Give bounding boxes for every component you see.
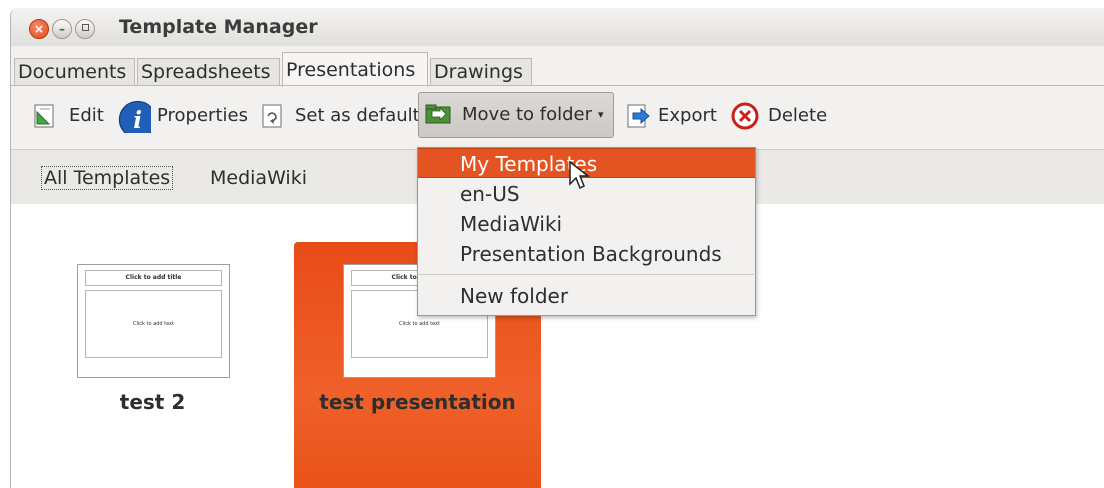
template-thumbnail: Click to add title Click to add text xyxy=(77,264,230,378)
set-default-label: Set as default xyxy=(295,105,420,126)
slide-text-placeholder: Click to add text xyxy=(85,290,222,358)
svg-text:i: i xyxy=(133,107,142,133)
delete-button[interactable]: Delete xyxy=(731,102,828,130)
edit-button[interactable]: Edit xyxy=(31,102,106,130)
close-window-button[interactable]: × xyxy=(29,19,49,39)
maximize-window-button[interactable] xyxy=(75,19,95,39)
folder-move-icon xyxy=(425,104,451,124)
export-icon xyxy=(627,104,650,128)
menu-item-new-folder[interactable]: New folder xyxy=(418,281,755,311)
menu-separator xyxy=(419,274,754,275)
mouse-pointer-icon xyxy=(569,160,591,190)
template-name: test 2 xyxy=(119,390,186,414)
maximize-icon xyxy=(81,24,89,31)
set-default-icon xyxy=(262,104,282,128)
menu-item-presentation-backgrounds[interactable]: Presentation Backgrounds xyxy=(418,239,755,269)
slide-title-placeholder: Click to add title xyxy=(85,270,222,286)
folder-all-templates[interactable]: All Templates xyxy=(40,166,174,190)
tab-documents[interactable]: Documents xyxy=(14,58,135,86)
edit-template-icon xyxy=(34,104,54,128)
export-button[interactable]: Export xyxy=(624,102,726,130)
minimize-window-button[interactable]: – xyxy=(52,19,72,39)
template-name: test presentation xyxy=(319,390,516,414)
folder-mediawiki[interactable]: MediaWiki xyxy=(210,167,307,189)
window-title: Template Manager xyxy=(119,16,318,38)
tab-spreadsheets[interactable]: Spreadsheets xyxy=(137,58,280,86)
tab-presentations[interactable]: Presentations xyxy=(282,52,428,87)
dropdown-arrow-icon: ▾ xyxy=(598,108,604,121)
move-to-folder-label: Move to folder xyxy=(462,104,593,125)
delete-label: Delete xyxy=(768,105,828,126)
toolbar: Edit i Properties Set as default Move to… xyxy=(11,86,1104,146)
title-bar: × – Template Manager xyxy=(11,8,1104,46)
info-icon: i xyxy=(118,100,151,133)
delete-icon xyxy=(731,102,759,130)
export-label: Export xyxy=(658,105,717,126)
edit-label: Edit xyxy=(69,105,104,126)
set-as-default-button[interactable]: Set as default xyxy=(259,102,420,130)
tab-drawings[interactable]: Drawings xyxy=(430,58,532,86)
menu-item-mediawiki[interactable]: MediaWiki xyxy=(418,209,755,239)
properties-button[interactable]: i Properties xyxy=(117,100,248,133)
move-to-folder-button[interactable]: Move to folder ▾ xyxy=(418,92,614,138)
properties-label: Properties xyxy=(157,105,248,126)
